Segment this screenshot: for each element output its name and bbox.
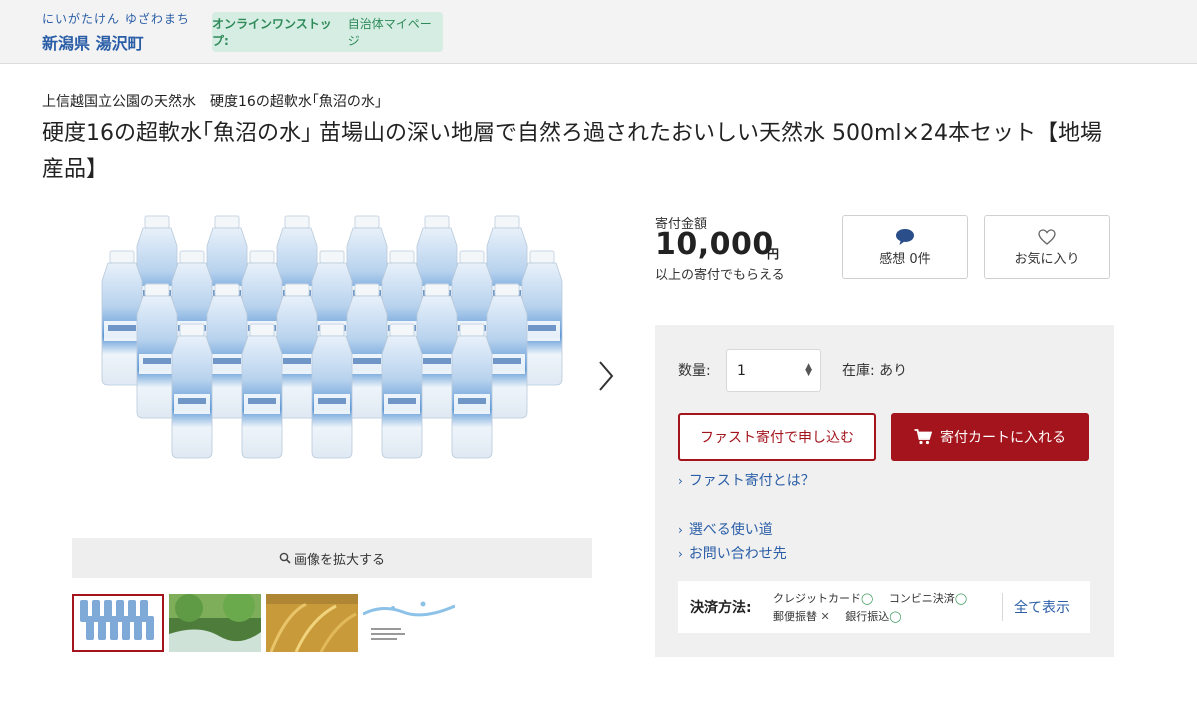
favorite-label: お気に入り [1014, 251, 1080, 267]
review-button[interactable]: 感想 0件 [842, 215, 968, 279]
thumbnail-forest-image [169, 594, 261, 652]
payment-method-item: 郵便振替 ✕ [773, 610, 830, 623]
chevron-right-icon: › [678, 474, 683, 488]
thumbnail-strip [72, 594, 460, 652]
select-caret-icon: ▲ ▼ [805, 362, 812, 378]
water-bottles-image [72, 206, 592, 536]
quantity-value: 1 [737, 362, 746, 379]
payment-method-name: コンビニ決済 [888, 592, 955, 605]
site-header: にいがたけん ゆざわまち 新潟県 湯沢町 オンラインワンストップ: 自治体マイペ… [0, 0, 1197, 64]
thumbnail-bottles-image [74, 596, 162, 650]
payment-methods-row-2: 郵便振替 ✕ 銀行振込◯ [773, 608, 914, 624]
show-all-payments-link[interactable]: 全て表示 [1014, 597, 1070, 617]
link-usage-options[interactable]: › 選べる使い道 [678, 519, 773, 539]
donation-amount: 10,000 [655, 227, 774, 262]
payment-method-item: コンビニ決済◯ [889, 592, 967, 605]
add-to-cart-label: 寄付カートに入れる [940, 430, 1066, 446]
thumbnail-rice-image [266, 594, 358, 652]
link-contact-label: お問い合わせ先 [688, 546, 787, 562]
product-subtitle: 上信越国立公園の天然水 硬度16の超軟水｢魚沼の水｣ [42, 94, 382, 110]
payment-methods-label: 決済方法: [690, 600, 752, 616]
thumbnail-splash-image [363, 594, 455, 652]
zoom-image-button[interactable]: 画像を拡大する [72, 538, 592, 578]
add-to-cart-button[interactable]: 寄付カートに入れる [891, 413, 1089, 461]
magnifier-icon [279, 552, 291, 564]
payment-available-icon: ◯ [861, 592, 874, 605]
link-fast-donation-label: ファスト寄付とは？ [688, 473, 815, 489]
link-usage-label: 選べる使い道 [688, 522, 773, 538]
zoom-label: 画像を拡大する [293, 552, 385, 568]
quantity-label: 数量: [678, 363, 711, 379]
chevron-right-icon [599, 361, 614, 391]
link-fast-donation-info[interactable]: › ファスト寄付とは？ [678, 470, 815, 490]
thumbnail-rice[interactable] [266, 594, 358, 652]
payment-method-item: クレジットカード◯ [773, 592, 873, 605]
review-label: 感想 0件 [879, 251, 931, 267]
payment-method-name: 郵便振替 [773, 610, 817, 623]
next-image-arrow[interactable] [594, 356, 618, 396]
payment-method-item: 銀行振込◯ [845, 610, 901, 623]
municipality-name[interactable]: 新潟県 湯沢町 [42, 30, 144, 54]
product-main-image[interactable] [72, 206, 592, 536]
product-title: 硬度16の超軟水｢魚沼の水｣ 苗場山の深い地層で自然ろ過されたおいしい天然水 5… [42, 121, 1102, 182]
payment-unavailable-icon: ✕ [820, 610, 830, 623]
donation-note: 以上の寄付でもらえる [655, 268, 785, 283]
quantity-select[interactable]: 1 ▲ ▼ [726, 349, 821, 392]
cart-icon [914, 429, 932, 445]
favorite-button[interactable]: お気に入り [984, 215, 1110, 279]
thumbnail-splash[interactable] [363, 594, 455, 652]
payment-methods-box: 決済方法: クレジットカード◯ コンビニ決済◯ 郵便振替 ✕ 銀行振込◯ 全て表… [678, 581, 1090, 633]
onestop-mypage-button[interactable]: オンラインワンストップ: 自治体マイページ [212, 12, 443, 52]
stock-status: 在庫: あり [842, 363, 908, 379]
donation-unit: 円 [767, 247, 780, 261]
payment-method-name: クレジットカード [773, 592, 861, 605]
thumbnail-bottles[interactable] [72, 594, 164, 652]
payment-methods-row-1: クレジットカード◯ コンビニ決済◯ [773, 590, 979, 606]
chevron-right-icon: › [678, 523, 683, 537]
fast-donation-button[interactable]: ファスト寄付で申し込む [678, 413, 876, 461]
payment-available-icon: ◯ [954, 592, 968, 605]
payment-divider [1002, 593, 1003, 621]
speech-bubble-icon [896, 228, 914, 245]
onestop-text: 自治体マイページ [347, 17, 432, 48]
link-contact[interactable]: › お問い合わせ先 [678, 543, 787, 563]
heart-icon [1038, 228, 1056, 245]
thumbnail-forest[interactable] [169, 594, 261, 652]
onestop-label: オンラインワンストップ: [212, 17, 332, 48]
chevron-right-icon: › [678, 547, 683, 561]
municipality-kana: にいがたけん ゆざわまち [42, 12, 190, 26]
payment-method-name: 銀行振込 [845, 610, 890, 623]
payment-available-icon: ◯ [889, 610, 902, 623]
